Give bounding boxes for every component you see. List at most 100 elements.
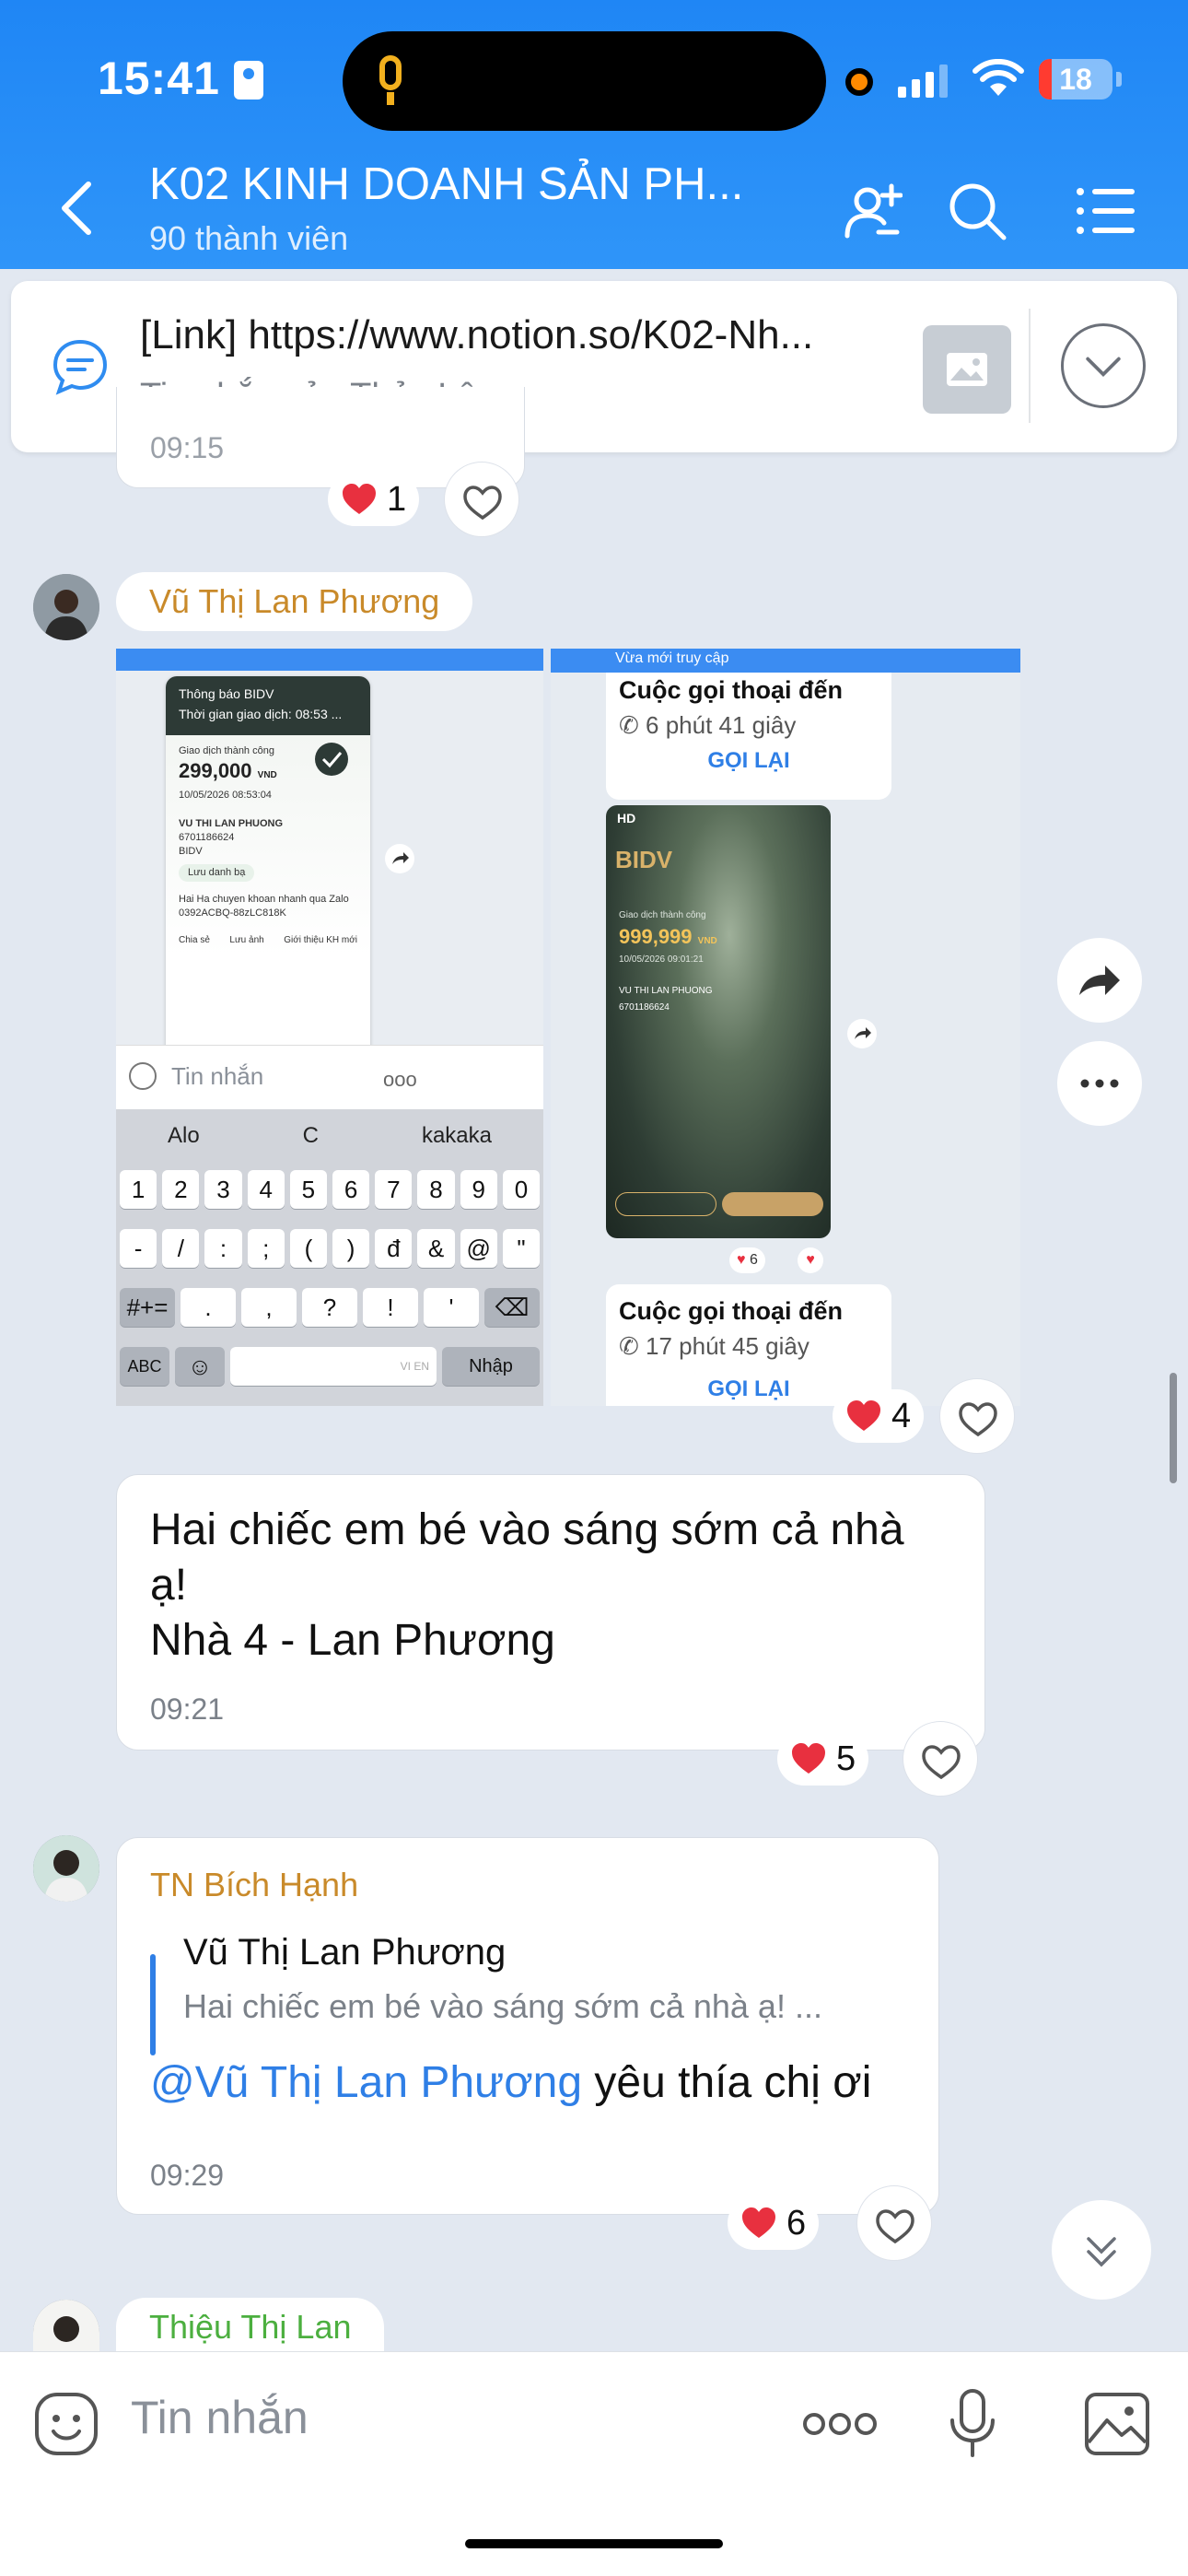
chat-header: 15:41 18 K02 KINH DOANH SẢN PH... 90 thà… [0,0,1188,269]
call-duration: ✆ 17 phút 45 giây [619,1332,809,1360]
notif-title: Thông báo BIDV [179,686,274,701]
payment-screenshot-right[interactable]: Vừa mới truy cập Cuộc gọi thoại đến ✆ 6 … [551,649,1020,1406]
sender-name[interactable]: Thiệu Thị Lan [116,2298,385,2351]
keyboard-key: 7 [375,1170,413,1209]
bidv-receipt-photo: HD BIDV Giao dịch thành công 999,999 VND… [606,805,831,1238]
like-button[interactable] [939,1378,1015,1454]
privacy-dot-icon [845,68,873,96]
add-member-icon[interactable] [842,181,903,241]
reaction-badge[interactable]: 1 [328,473,420,526]
keyboard-suggestion: Alo [167,1123,200,1148]
avatar[interactable] [33,2300,99,2351]
message-time: 09:29 [150,2159,225,2192]
memo: Hai Ha chuyen khoan nhanh qua Zalo [179,894,349,905]
keyboard-key: 5 [289,1170,328,1209]
reaction-count: 4 [891,1396,912,1435]
keyboard-key: đ [375,1229,413,1268]
more-actions-icon[interactable] [801,2407,879,2441]
bidv-receipt-card: Thông báo BIDV Thời gian giao dịch: 08:5… [166,676,370,1063]
like-button[interactable] [856,2185,932,2261]
message-input[interactable]: Tin nhắn [131,2391,309,2444]
message-text: yêu thía chị ơi [582,2058,872,2107]
reaction-badge[interactable]: 4 [833,1389,925,1443]
microphone-icon[interactable] [949,2387,996,2461]
save-image-label: Lưu ảnh [229,935,264,945]
keyboard-key: ? [302,1288,357,1327]
group-title[interactable]: K02 KINH DOANH SẢN PH... [149,158,743,210]
keyboard-key: ( [289,1229,328,1268]
message-text-line: Nhà 4 - Lan Phương [150,1616,555,1665]
save-contact-chip: Lưu danh bạ [179,864,255,882]
enter-key: Nhập [442,1347,540,1386]
call-title: Cuộc gọi thoại đến [619,1297,843,1325]
notif-time: Thời gian giao dịch: 08:53 ... [179,707,343,721]
check-icon [315,743,348,776]
mention-link[interactable]: @Vũ Thị Lan Phương [150,2058,582,2107]
reaction-count: 6 [786,2203,807,2242]
keyboard-key: ) [332,1229,370,1268]
screenshot-header [116,649,543,671]
share-forward-button[interactable] [1057,938,1142,1023]
heart-icon [847,1400,880,1431]
member-count[interactable]: 90 thành viên [149,219,348,258]
sender-name[interactable]: Vũ Thị Lan Phương [116,572,473,631]
chat-bubble-icon [52,339,108,395]
sender-name[interactable]: TN Bích Hạnh [150,1866,358,1904]
message-time: 09:21 [150,1692,225,1726]
keyboard-key: " [502,1229,541,1268]
keyboard-suggestion: C [302,1123,319,1148]
expand-chevron-icon[interactable] [1061,323,1146,408]
call-card-2: Cuộc gọi thoại đến ✆ 17 phút 45 giây GỌI… [606,1284,891,1406]
heart-icon [343,484,376,514]
keyboard-key: ' [424,1288,479,1327]
keyboard-key: ; [247,1229,285,1268]
search-icon[interactable] [947,181,1007,241]
scroll-to-bottom-button[interactable] [1052,2200,1151,2300]
menu-list-icon[interactable] [1076,181,1136,241]
space-key: VI EN [230,1347,437,1386]
sticker-emoji-icon[interactable] [33,2391,99,2457]
like-button[interactable] [903,1721,978,1797]
intro-label: Giới thiệu KH mới [284,935,357,945]
message-text-line: Hai chiếc em bé vào sáng sớm cả nhà [150,1505,904,1554]
back-chevron-icon[interactable] [55,181,98,236]
keyboard-key: 8 [417,1170,455,1209]
keyboard-key: 0 [502,1170,541,1209]
recipient: VU THI LAN PHUONG [179,818,284,829]
gallery-image-icon[interactable] [1083,2391,1151,2457]
scrollbar-thumb[interactable] [1170,1373,1177,1483]
avatar[interactable] [33,1835,99,1902]
call-title: Cuộc gọi thoại đến [619,676,843,704]
heart-icon [742,2207,775,2238]
keyboard-key: 2 [162,1170,200,1209]
payment-screenshot-left[interactable]: Thông báo BIDV Thời gian giao dịch: 08:5… [116,649,543,1406]
screenshot-keyboard: Alo Ckakaka 1234567890 - /:;() đ & @ " #+=.,?!… [116,1109,543,1406]
avatar[interactable] [33,574,99,640]
reaction-badge[interactable]: 6 [728,2196,820,2250]
call-card-1: Cuộc gọi thoại đến ✆ 6 phút 41 giây GỌI … [606,673,891,800]
message-bubble[interactable]: TN Bích Hạnh Vũ Thị Lan Phương Hai chiếc… [116,1837,939,2215]
keyboard-key: 3 [204,1170,242,1209]
message-bubble[interactable]: Hai chiếc em bé vào sáng sớm cả nhà ạ! N… [116,1474,985,1751]
screenshot-input-bar: Tin nhắn ooo [116,1045,543,1109]
home-indicator [465,2539,723,2548]
keyboard-key: #+= [120,1288,175,1327]
quoted-text: Hai chiếc em bé vào sáng sớm cả nhà ạ! .… [183,1987,822,2025]
reaction-badge[interactable]: 5 [777,1732,869,1786]
screenshot-placeholder: Tin nhắn [171,1062,264,1090]
forward-icon [847,1019,877,1048]
bank-name: BIDV [179,846,203,857]
dynamic-island [343,31,826,131]
focus-person-icon [234,61,263,100]
keyboard-key: 6 [332,1170,370,1209]
battery-icon: 18 [1039,59,1112,100]
image-thumbnail-icon[interactable] [923,325,1011,414]
heart-icon [792,1743,825,1774]
screenshot-top-hint: Vừa mới truy cập [551,649,1020,673]
keyboard-suggestion: kakaka [421,1123,492,1148]
more-options-button[interactable] [1057,1041,1142,1126]
message-text-line: ạ! [150,1561,188,1610]
message-time: 09:15 [150,431,225,464]
status-time: 15:41 [98,53,220,104]
like-button[interactable] [444,462,519,537]
